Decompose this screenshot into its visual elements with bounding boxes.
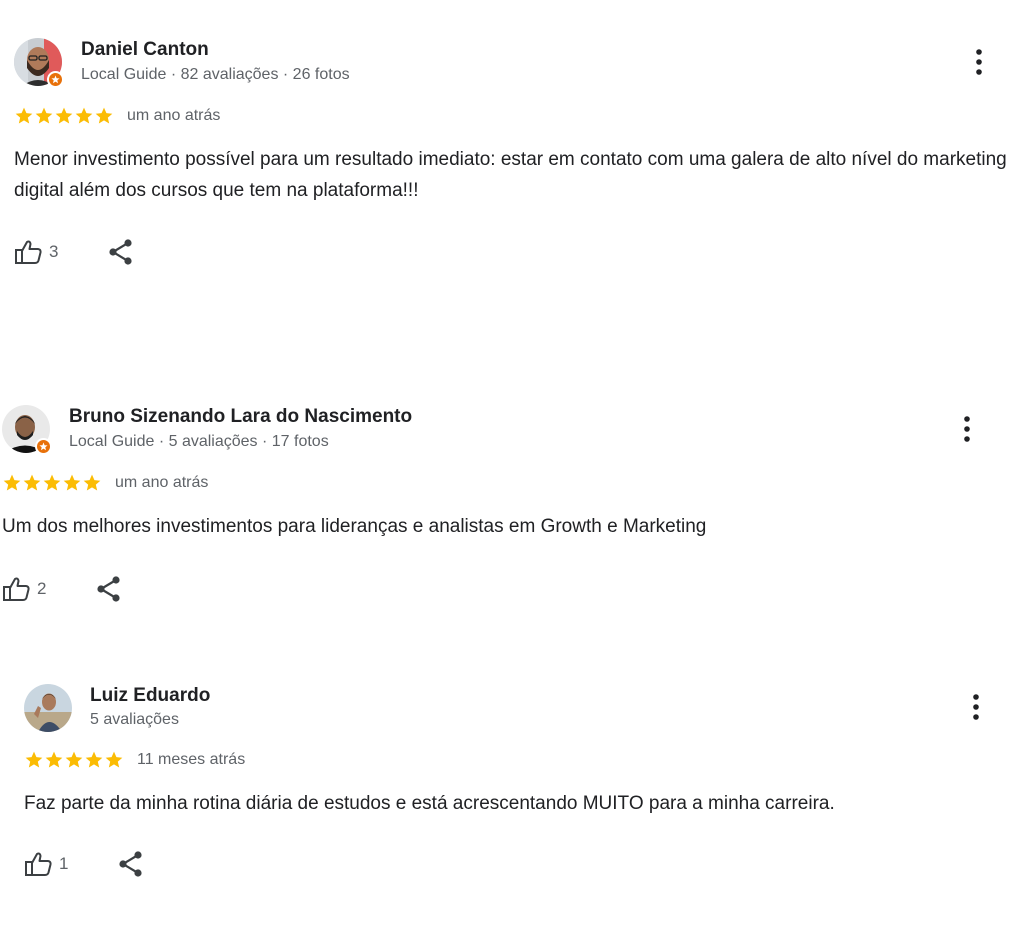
star-icon xyxy=(45,751,63,768)
thumb-up-icon xyxy=(3,577,30,601)
avatar[interactable] xyxy=(24,684,72,732)
more-options-button[interactable] xyxy=(955,413,979,445)
star-icon xyxy=(85,751,103,768)
more-vert-icon xyxy=(964,416,970,442)
share-icon xyxy=(97,576,120,602)
review-time: um ano atrás xyxy=(115,474,209,491)
local-guide-badge-icon xyxy=(35,438,52,455)
like-button[interactable]: 2 xyxy=(2,576,96,602)
review-actions: 3 xyxy=(14,237,134,267)
review-text: Faz parte da minha rotina diária de estu… xyxy=(24,793,835,814)
rating-row: um ano atrás xyxy=(14,105,220,127)
reviewer-name[interactable]: Luiz Eduardo xyxy=(90,685,210,707)
star-rating xyxy=(14,106,114,126)
review-text: Um dos melhores investimentos para lider… xyxy=(2,516,707,537)
share-button[interactable] xyxy=(108,238,134,266)
star-icon xyxy=(3,474,21,491)
review-card: Daniel Canton Local Guide · 82 avaliaçõe… xyxy=(0,0,1024,300)
review-actions: 2 xyxy=(2,574,122,604)
reviewer-name[interactable]: Bruno Sizenando Lara do Nascimento xyxy=(69,406,412,428)
star-icon xyxy=(75,107,93,124)
review-time: 11 meses atrás xyxy=(137,751,246,768)
share-button[interactable] xyxy=(96,575,122,603)
like-button[interactable]: 1 xyxy=(24,851,118,877)
share-button[interactable] xyxy=(118,850,144,878)
star-rating xyxy=(2,473,102,493)
more-options-button[interactable] xyxy=(967,46,991,78)
local-guide-badge-icon xyxy=(47,71,64,88)
more-options-button[interactable] xyxy=(964,691,988,723)
more-vert-icon xyxy=(976,49,982,75)
avatar[interactable] xyxy=(2,405,52,455)
like-count: 1 xyxy=(59,854,69,873)
rating-row: 11 meses atrás xyxy=(24,749,245,771)
reviewer-meta: Local Guide · 5 avaliações · 17 fotos xyxy=(69,433,329,450)
share-icon xyxy=(119,851,142,877)
star-icon xyxy=(95,107,113,124)
review-time: um ano atrás xyxy=(127,107,221,124)
star-icon xyxy=(25,751,43,768)
star-icon xyxy=(55,107,73,124)
share-icon xyxy=(109,239,132,265)
like-button[interactable]: 3 xyxy=(14,239,108,265)
star-rating xyxy=(24,750,124,770)
thumb-up-icon xyxy=(15,240,42,264)
like-count: 2 xyxy=(37,579,47,598)
thumb-up-icon xyxy=(25,852,52,876)
reviewer-name[interactable]: Daniel Canton xyxy=(81,39,209,61)
star-icon xyxy=(15,107,33,124)
reviewer-photo xyxy=(24,684,72,732)
reviewer-meta: Local Guide · 82 avaliações · 26 fotos xyxy=(81,66,350,83)
reviewer-meta: 5 avaliações xyxy=(90,711,179,728)
rating-row: um ano atrás xyxy=(2,472,208,494)
star-icon xyxy=(23,474,41,491)
like-count: 3 xyxy=(49,242,59,261)
star-icon xyxy=(63,474,81,491)
star-icon xyxy=(65,751,83,768)
more-vert-icon xyxy=(973,694,979,720)
star-icon xyxy=(83,474,101,491)
review-actions: 1 xyxy=(24,849,144,879)
avatar[interactable] xyxy=(14,38,64,88)
star-icon xyxy=(35,107,53,124)
review-text: Menor investimento possível para um resu… xyxy=(14,149,1007,201)
star-icon xyxy=(43,474,61,491)
star-icon xyxy=(105,751,123,768)
